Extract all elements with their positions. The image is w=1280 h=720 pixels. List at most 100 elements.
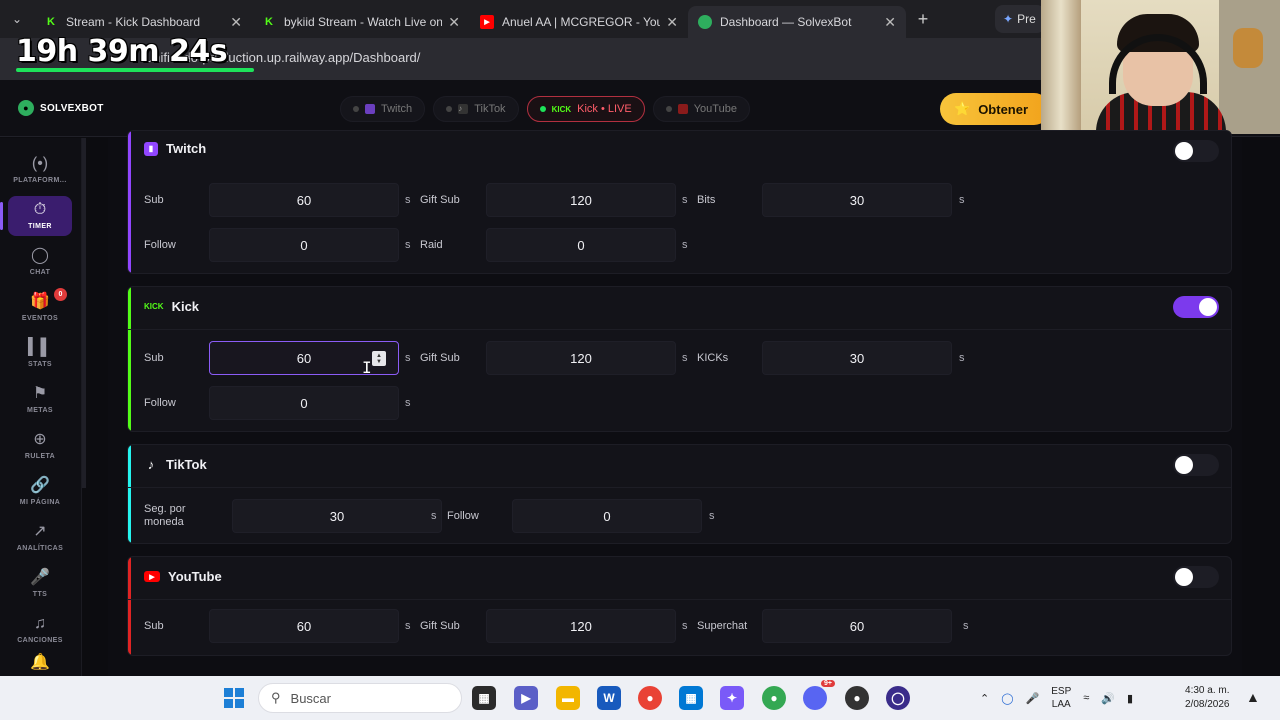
sidebar-item-label: PLATAFORM...	[13, 177, 67, 184]
live-dot	[539, 106, 546, 112]
tab-search-chevron-icon[interactable]: ⌄	[0, 0, 34, 38]
youtube-enable-toggle[interactable]	[1173, 566, 1219, 588]
obtener-button[interactable]: ⭐ Obtener	[940, 93, 1050, 125]
sidebar-item-plataformas[interactable]: (•) PLATAFORM...	[8, 150, 72, 190]
kick-follow-input[interactable]: 0	[209, 386, 399, 420]
teams-icon[interactable]: ▶	[514, 686, 538, 710]
card-title: Kick	[171, 299, 200, 314]
tiktok-enable-toggle[interactable]	[1173, 454, 1219, 476]
vpn-icon[interactable]: ◯	[1001, 692, 1013, 705]
close-tab-icon[interactable]: ✕	[666, 14, 678, 31]
kick-enable-toggle[interactable]	[1173, 296, 1219, 318]
stream-uptime-overlay: 19h 39m 24s	[16, 34, 228, 69]
chrome-active-icon[interactable]: ●	[762, 686, 786, 710]
sidebar-item-mi-pagina[interactable]: 🔗 MI PÁGINA	[8, 472, 72, 512]
twitch-gift-sub-input[interactable]: 120	[486, 183, 676, 217]
close-tab-icon[interactable]: ✕	[448, 14, 460, 31]
new-tab-button[interactable]: +	[906, 9, 940, 30]
obs-icon[interactable]: ●	[845, 686, 869, 710]
sidebar-item-eventos[interactable]: 🎁 EVENTOS 0	[8, 288, 72, 328]
sidebar-item-stats[interactable]: ▍▌ STATS	[8, 334, 72, 374]
file-explorer-icon[interactable]: ▬	[556, 686, 580, 710]
volume-icon[interactable]: 🔊	[1101, 692, 1115, 705]
platform-pill-kick[interactable]: KICK Kick • LIVE	[526, 96, 645, 122]
card-title: TikTok	[166, 457, 207, 472]
search-placeholder: Buscar	[290, 690, 331, 706]
solvexbot-icon	[698, 15, 712, 29]
taskbar-clock[interactable]: 4:30 a. m. 2/08/2026	[1185, 684, 1230, 712]
stopwatch-icon: ⏱	[33, 201, 47, 218]
windows-taskbar: ⚲ Buscar ▦ ▶ ▬ W ● ▦ ✦ ● 9+ ● ◯ ⌃ ◯ 🎤 ES…	[0, 676, 1280, 720]
windows-start-icon[interactable]	[224, 688, 244, 708]
wifi-icon[interactable]: ≈	[1083, 692, 1089, 704]
field-label: Follow	[144, 397, 176, 409]
close-tab-icon[interactable]: ✕	[884, 14, 896, 31]
twitch-enable-toggle[interactable]	[1173, 140, 1219, 162]
clock-date: 2/08/2026	[1185, 699, 1230, 710]
platform-pill-tiktok[interactable]: ♪ TikTok	[433, 96, 519, 122]
twitch-bits-input[interactable]: 30	[762, 183, 952, 217]
pill-label: YouTube	[693, 103, 737, 115]
unit-label: s	[405, 239, 411, 251]
sidebar-item-chat[interactable]: ◯ CHAT	[8, 242, 72, 282]
twitch-icon: ▮	[144, 141, 158, 156]
sidebar-item-ruleta[interactable]: ⊕ RULETA	[8, 426, 72, 466]
youtube-icon: ▶	[480, 15, 494, 29]
lang-code: ESP	[1051, 686, 1072, 697]
twitch-sub-input[interactable]: 60	[209, 183, 399, 217]
browser-tab-bykiid-stream[interactable]: K bykiid Stream - Watch Live on ✕	[252, 6, 470, 38]
field-label: Sub	[144, 194, 164, 206]
twitch-follow-input[interactable]: 0	[209, 228, 399, 262]
logo-text: SOLVEXBOT	[40, 102, 104, 114]
browser-tab-solvexbot[interactable]: Dashboard — SolvexBot ✕	[688, 6, 906, 38]
tiktok-follow-input[interactable]: 0	[512, 499, 702, 533]
kick-sub-input[interactable]: 60 ▲ ▼ I	[209, 341, 399, 377]
sparkle-icon: ✦	[1003, 12, 1014, 26]
flag-icon: ⚑	[32, 385, 48, 402]
unit-label: s	[963, 620, 969, 632]
battery-icon[interactable]: ▮	[1127, 692, 1133, 705]
number-stepper-icon[interactable]: ▲ ▼	[372, 351, 386, 366]
sidebar-item-tts[interactable]: 🎤 TTS	[8, 564, 72, 604]
youtube-card-header: ▶ YouTube	[144, 569, 222, 584]
browser-tab-youtube[interactable]: ▶ Anuel AA | MCGREGOR - YouT ✕	[470, 6, 688, 38]
kick-gift-sub-input[interactable]: 120	[486, 341, 676, 375]
tiktok-seg-por-moneda-input[interactable]: 30	[232, 499, 442, 533]
field-label: Sub	[144, 352, 164, 364]
clock-time: 4:30 a. m.	[1185, 685, 1230, 696]
solvexbot-logo[interactable]: ● SOLVEXBOT	[18, 100, 104, 116]
field-label: Bits	[697, 194, 716, 206]
sidebar-scrollbar[interactable]	[82, 138, 86, 488]
close-tab-icon[interactable]: ✕	[230, 14, 242, 31]
unit-label: s	[959, 194, 965, 206]
language-indicator[interactable]: ESP LAA	[1051, 685, 1071, 711]
discord-icon[interactable]: 9+	[803, 680, 835, 710]
platform-pill-youtube[interactable]: YouTube	[652, 96, 750, 122]
copilot-icon[interactable]: ✦	[720, 686, 744, 710]
sidebar-item-analiticas[interactable]: ↗ ANALÍTICAS	[8, 518, 72, 558]
sidebar-item-timer[interactable]: ⏱ TIMER	[0, 196, 72, 236]
taskbar-search[interactable]: ⚲ Buscar	[258, 683, 462, 713]
youtube-sub-input[interactable]: 60	[209, 609, 399, 643]
field-label-line: moneda	[144, 516, 184, 528]
platform-pill-twitch[interactable]: Twitch	[340, 96, 426, 122]
sidebar-item-label: METAS	[27, 407, 53, 414]
microphone-icon[interactable]: 🎤	[1026, 692, 1040, 705]
twitch-raid-input[interactable]: 0	[486, 228, 676, 262]
field-label: KICKs	[697, 352, 729, 364]
word-icon[interactable]: W	[597, 686, 621, 710]
sidebar-item-canciones[interactable]: ♫ CANCIONES	[8, 610, 72, 650]
browser-tab-extra[interactable]: ✦ Pre	[995, 5, 1045, 33]
youtube-gift-sub-input[interactable]: 120	[486, 609, 676, 643]
chrome-icon[interactable]: ●	[638, 686, 662, 710]
youtube-superchat-input[interactable]: 60	[762, 609, 952, 643]
sidebar-item-label: STATS	[28, 361, 52, 368]
app-icon[interactable]: ◯	[886, 686, 910, 710]
task-view-icon[interactable]: ▦	[472, 686, 496, 710]
sidebar-item-notifications[interactable]: 🔔	[8, 652, 72, 676]
sidebar-item-metas[interactable]: ⚑ METAS	[8, 380, 72, 420]
store-icon[interactable]: ▦	[679, 686, 703, 710]
kick-kicks-input[interactable]: 30	[762, 341, 952, 375]
chevron-up-icon[interactable]: ⌃	[980, 692, 989, 705]
notification-bell-icon[interactable]: ▲	[1246, 689, 1260, 705]
